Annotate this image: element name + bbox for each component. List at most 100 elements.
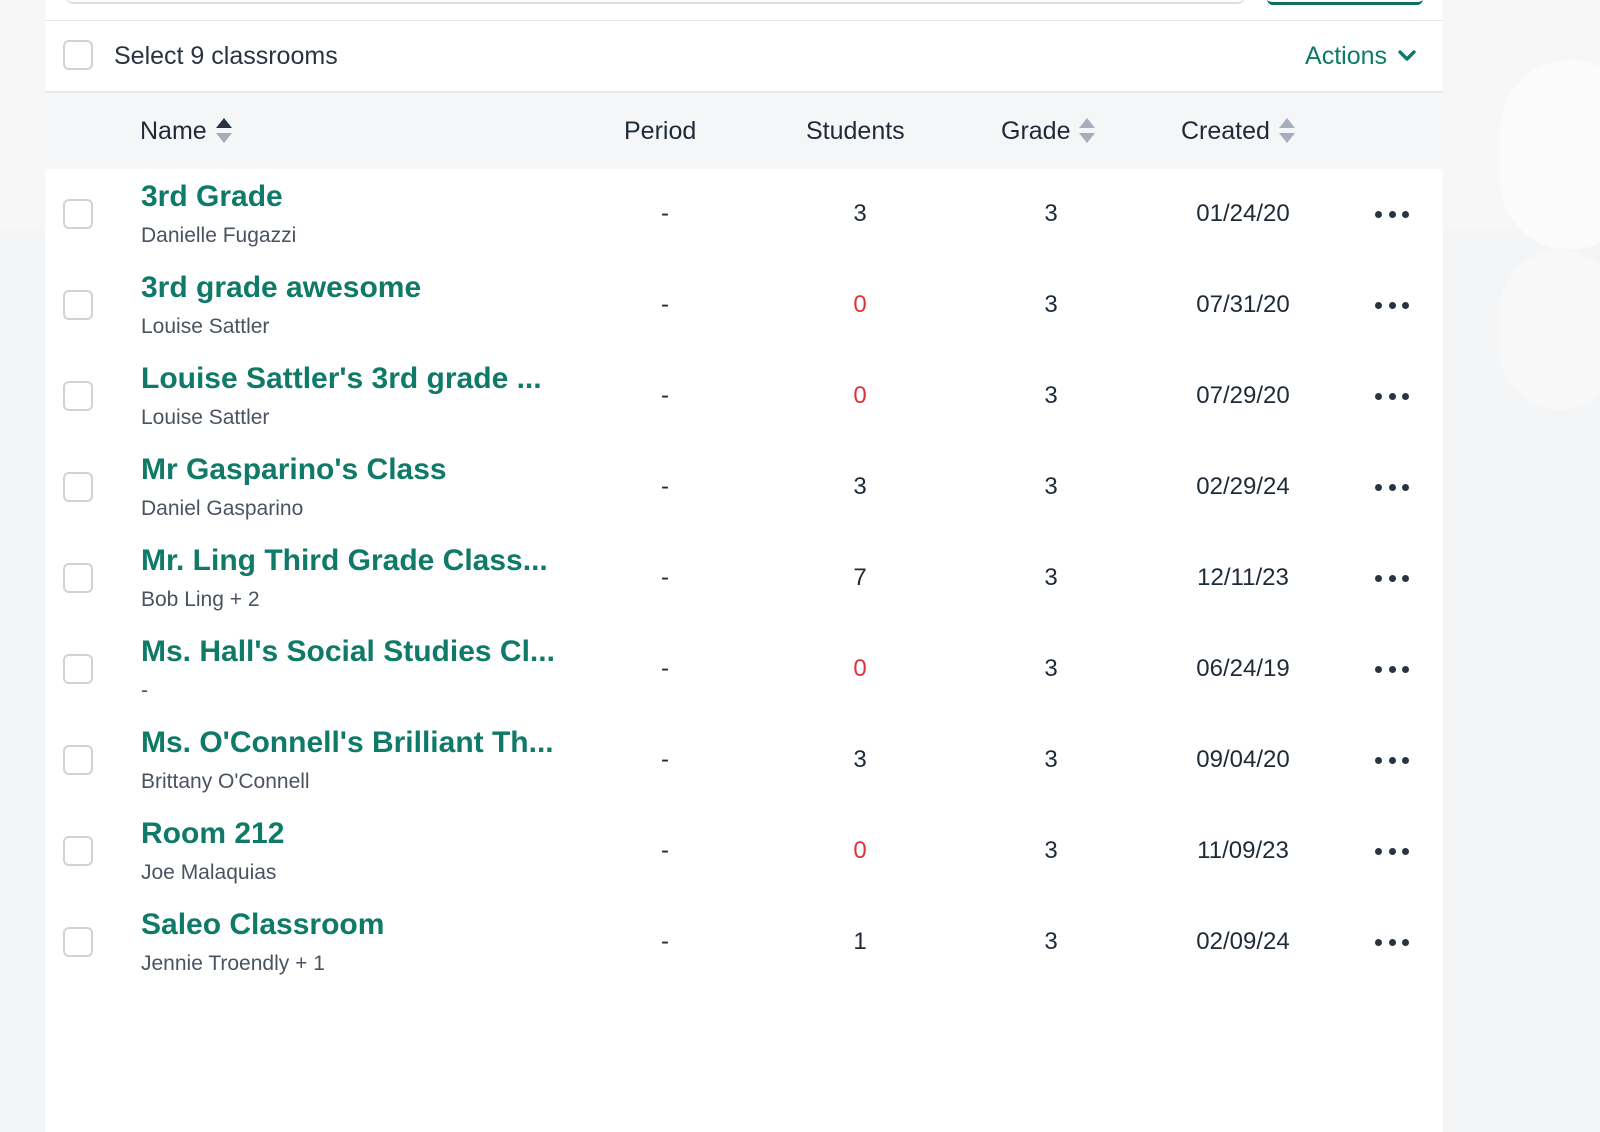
- actions-dropdown[interactable]: Actions: [1305, 41, 1417, 71]
- more-options-icon[interactable]: [1375, 654, 1409, 684]
- dot: [1388, 574, 1396, 582]
- row-checkbox[interactable]: [63, 472, 93, 502]
- table-header: Name Period Students Grade Created: [45, 93, 1443, 169]
- row-checkbox[interactable]: [63, 745, 93, 775]
- dot: [1388, 756, 1396, 764]
- column-header-grade-label: Grade: [1001, 117, 1071, 145]
- created-cell: 12/11/23: [1197, 564, 1289, 591]
- dot: [1402, 756, 1409, 764]
- students-cell: 7: [853, 564, 867, 591]
- classroom-teacher: Jennie Troendly + 1: [141, 952, 325, 975]
- grade-cell: 3: [1044, 200, 1058, 227]
- classroom-name-link[interactable]: Louise Sattler's 3rd grade ...: [141, 361, 542, 397]
- search-input[interactable]: [65, 0, 1245, 4]
- students-cell: 0: [853, 291, 867, 318]
- column-header-created-label: Created: [1181, 117, 1270, 145]
- sort-icon: [215, 118, 232, 143]
- grade-cell: 3: [1044, 928, 1058, 955]
- more-options-icon[interactable]: [1375, 927, 1409, 957]
- classroom-name-link[interactable]: Mr Gasparino's Class: [141, 452, 447, 488]
- grade-cell: 3: [1044, 655, 1058, 682]
- created-cell: 02/29/24: [1196, 473, 1290, 500]
- dot: [1402, 301, 1409, 309]
- dot: [1375, 210, 1382, 218]
- chevron-down-icon: [1398, 50, 1416, 61]
- dot: [1402, 665, 1409, 673]
- row-checkbox[interactable]: [63, 290, 93, 320]
- created-cell: 07/29/20: [1196, 382, 1290, 409]
- grade-cell: 3: [1044, 746, 1058, 773]
- dot: [1375, 483, 1382, 491]
- row-checkbox[interactable]: [63, 927, 93, 957]
- dot: [1388, 301, 1396, 309]
- dot: [1388, 392, 1396, 400]
- add-classroom-button[interactable]: [1267, 0, 1423, 5]
- table-row: Ms. O'Connell's Brilliant Th... Brittany …: [45, 715, 1443, 806]
- classrooms-card: Select 9 classrooms Actions Name Period …: [45, 0, 1443, 1132]
- dot: [1402, 574, 1409, 582]
- row-checkbox[interactable]: [63, 836, 93, 866]
- period-cell: -: [661, 564, 669, 591]
- table-row: 3rd grade awesome Louise Sattler - 0 3 07/31/…: [45, 260, 1443, 351]
- row-checkbox[interactable]: [63, 654, 93, 684]
- column-header-name-label: Name: [140, 117, 207, 145]
- more-options-icon[interactable]: [1375, 381, 1409, 411]
- more-options-icon[interactable]: [1375, 472, 1409, 502]
- created-cell: 11/09/23: [1197, 837, 1289, 864]
- classroom-teacher: Danielle Fugazzi: [141, 224, 297, 247]
- students-cell: 3: [853, 200, 867, 227]
- column-header-period: Period: [624, 115, 696, 147]
- dot: [1375, 301, 1382, 309]
- grade-cell: 3: [1044, 382, 1058, 409]
- period-cell: -: [661, 291, 669, 318]
- created-cell: 01/24/20: [1196, 200, 1290, 227]
- dot: [1388, 210, 1396, 218]
- classroom-name-link[interactable]: Ms. O'Connell's Brilliant Th...: [141, 725, 554, 761]
- column-header-name[interactable]: Name: [140, 115, 233, 147]
- classroom-name-link[interactable]: Saleo Classroom: [141, 907, 384, 943]
- dot: [1402, 847, 1409, 855]
- period-cell: -: [661, 655, 669, 682]
- dot: [1402, 483, 1409, 491]
- more-options-icon[interactable]: [1375, 745, 1409, 775]
- column-header-created[interactable]: Created: [1181, 115, 1296, 147]
- dot: [1375, 938, 1382, 946]
- classroom-teacher: Daniel Gasparino: [141, 497, 304, 520]
- dot: [1402, 938, 1409, 946]
- row-checkbox[interactable]: [63, 199, 93, 229]
- background-decoration: [1500, 250, 1600, 410]
- table-row: Louise Sattler's 3rd grade ... Louise Sat…: [45, 351, 1443, 442]
- dot: [1388, 847, 1396, 855]
- classroom-teacher: Bob Ling + 2: [141, 588, 260, 611]
- dot: [1375, 847, 1382, 855]
- classroom-name-link[interactable]: Ms. Hall's Social Studies Cl...: [141, 634, 555, 670]
- actions-label: Actions: [1305, 42, 1387, 70]
- table-row: Room 212 Joe Malaquias - 0 3 11/09/23: [45, 806, 1443, 897]
- dot: [1375, 574, 1382, 582]
- classroom-name-link[interactable]: 3rd grade awesome: [141, 270, 421, 306]
- students-cell: 3: [853, 473, 867, 500]
- period-cell: -: [661, 473, 669, 500]
- dot: [1388, 665, 1396, 673]
- dot: [1375, 756, 1382, 764]
- more-options-icon[interactable]: [1375, 836, 1409, 866]
- dot: [1388, 483, 1396, 491]
- bulk-select-bar: Select 9 classrooms Actions: [45, 21, 1443, 93]
- select-all-checkbox[interactable]: [63, 40, 93, 70]
- classroom-name-link[interactable]: Room 212: [141, 816, 284, 852]
- select-all-label: Select 9 classrooms: [114, 42, 338, 70]
- more-options-icon[interactable]: [1375, 199, 1409, 229]
- more-options-icon[interactable]: [1375, 563, 1409, 593]
- column-header-students-label: Students: [806, 117, 905, 145]
- classroom-name-link[interactable]: Mr. Ling Third Grade Class...: [141, 543, 548, 579]
- column-header-grade[interactable]: Grade: [1001, 115, 1096, 147]
- grade-cell: 3: [1044, 473, 1058, 500]
- classroom-name-link[interactable]: 3rd Grade: [141, 179, 283, 215]
- period-cell: -: [661, 200, 669, 227]
- table-row: Ms. Hall's Social Studies Cl... - - 0 3 06/24…: [45, 624, 1443, 715]
- row-checkbox[interactable]: [63, 381, 93, 411]
- more-options-icon[interactable]: [1375, 290, 1409, 320]
- dot: [1388, 938, 1396, 946]
- row-checkbox[interactable]: [63, 563, 93, 593]
- grade-cell: 3: [1044, 837, 1058, 864]
